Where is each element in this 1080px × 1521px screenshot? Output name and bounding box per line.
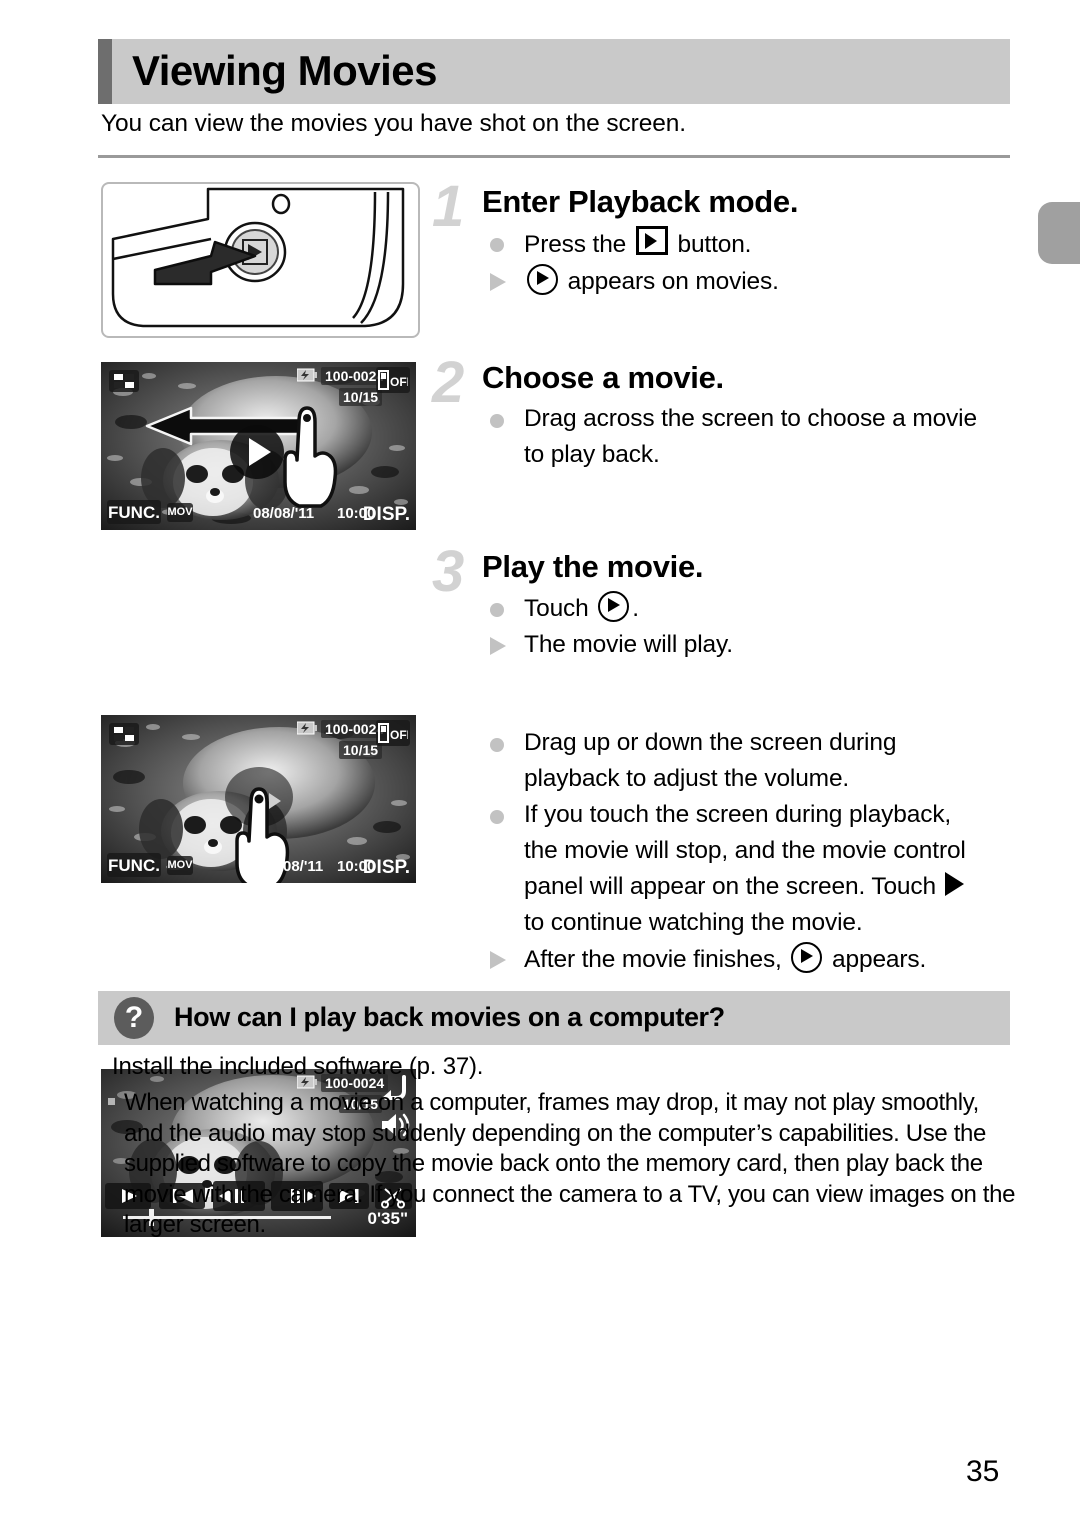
movie-format-badge: MOV — [167, 503, 193, 522]
step-3-body: Touch . The movie will play. — [482, 591, 1022, 662]
step-1-line-2: appears on movies. — [482, 264, 1022, 299]
qa-note: When watching a movie on a computer, fra… — [124, 1089, 1016, 1238]
qa-answer: Install the included software (p. 37). — [112, 1053, 484, 1080]
figure-lcd-touch-play: 100-0024 10/15 OFF FUNC. MOV 08/'11 10:0… — [101, 715, 416, 883]
note-line-1: Drag up or down the screen during — [482, 726, 1072, 760]
camera-line-drawing — [111, 187, 405, 328]
note-line-3: If you touch the screen during playback, — [482, 798, 1072, 832]
page-number: 35 — [966, 1455, 1000, 1488]
note-line-4: the movie will stop, and the movie contr… — [524, 837, 966, 864]
qa-band: ? How can I play back movies on a comput… — [98, 991, 1010, 1045]
step-3-number: 3 — [432, 539, 465, 604]
step-2-line-2: to play back. — [524, 441, 660, 468]
step-2-body: Drag across the screen to choose a movie… — [482, 402, 1022, 472]
note-line-5: panel will appear on the screen. Touch — [482, 870, 1072, 904]
step-1-line-1-pre: Press the — [524, 231, 633, 258]
step-1-body: Press the button. appears on movies. — [482, 226, 1022, 299]
figure-camera-playback-button — [101, 182, 420, 338]
step-3-line-1-pre: Touch — [524, 595, 596, 622]
page-title: Viewing Movies — [132, 46, 438, 94]
step-1-line-1-post: button. — [670, 231, 752, 258]
eco-mode-off-icon[interactable]: OFF — [376, 367, 410, 393]
step-3-heading: Play the movie. — [482, 549, 704, 584]
index-view-icon[interactable] — [109, 723, 139, 745]
battery-icon — [296, 368, 317, 386]
note-line-7: After the movie finishes, appears. — [482, 942, 1072, 977]
header-divider — [98, 155, 1010, 158]
note-line-5-pre: panel will appear on the screen. Touch — [524, 873, 943, 900]
note-line-6: to continue watching the movie. — [524, 909, 863, 936]
shot-date: 08/08/'11 — [253, 505, 315, 522]
step-3: 3 Play the movie. Touch . The movie will… — [432, 543, 1022, 664]
playback-notes: Drag up or down the screen during playba… — [482, 726, 1072, 979]
drag-hand-icon — [283, 406, 338, 508]
step-1-heading: Enter Playback mode. — [482, 184, 799, 219]
index-view-icon[interactable] — [109, 370, 139, 392]
step-3-line-1-post: . — [632, 595, 639, 622]
movie-format-badge: MOV — [167, 856, 193, 875]
chapter-edge-tab — [1038, 202, 1080, 264]
func-button[interactable]: FUNC. — [107, 500, 161, 524]
qa-question: How can I play back movies on a computer… — [174, 1001, 725, 1032]
figure-lcd-choose-movie: 100-0024 10/15 OFF FUNC. MOV 08/08/'11 1… — [101, 362, 416, 530]
svg-text:OFF: OFF — [390, 375, 408, 389]
shot-date: 08/'11 — [283, 858, 324, 875]
step-1-line-1: Press the button. — [482, 226, 1022, 262]
func-button[interactable]: FUNC. — [107, 853, 161, 877]
step-2-number: 2 — [432, 350, 465, 415]
step-1-number: 1 — [432, 174, 465, 239]
page-title-band: Viewing Movies — [98, 39, 1010, 104]
play-box-icon — [635, 226, 668, 255]
play-circle-icon — [791, 942, 823, 973]
qa-note-bullet — [108, 1098, 115, 1105]
step-1-line-2-post: appears on movies. — [561, 268, 779, 295]
disp-button[interactable]: DISP. — [363, 505, 410, 524]
step-2-line-1: Drag across the screen to choose a movie — [482, 402, 1022, 436]
note-line-2: playback to adjust the volume. — [524, 765, 850, 792]
disp-button[interactable]: DISP. — [363, 858, 410, 877]
step-2: 2 Choose a movie. Drag across the screen… — [432, 354, 1022, 474]
step-1: 1 Enter Playback mode. Press the button.… — [432, 178, 1022, 301]
step-2-heading: Choose a movie. — [482, 360, 724, 395]
triangle-play-icon — [944, 872, 964, 896]
eco-mode-off-icon[interactable]: OFF — [376, 720, 410, 746]
svg-text:OFF: OFF — [390, 728, 408, 742]
step-3-line-1: Touch . — [482, 591, 1022, 626]
intro-text: You can view the movies you have shot on… — [101, 110, 686, 137]
battery-icon — [296, 721, 317, 739]
note-line-7-post: appears. — [825, 946, 927, 973]
step-3-line-2: The movie will play. — [482, 628, 1022, 662]
question-mark-icon: ? — [114, 997, 154, 1039]
play-circle-icon — [598, 591, 630, 622]
play-circle-icon — [527, 264, 558, 295]
note-line-7-pre: After the movie finishes, — [524, 946, 789, 973]
title-accent-bar — [98, 39, 112, 104]
